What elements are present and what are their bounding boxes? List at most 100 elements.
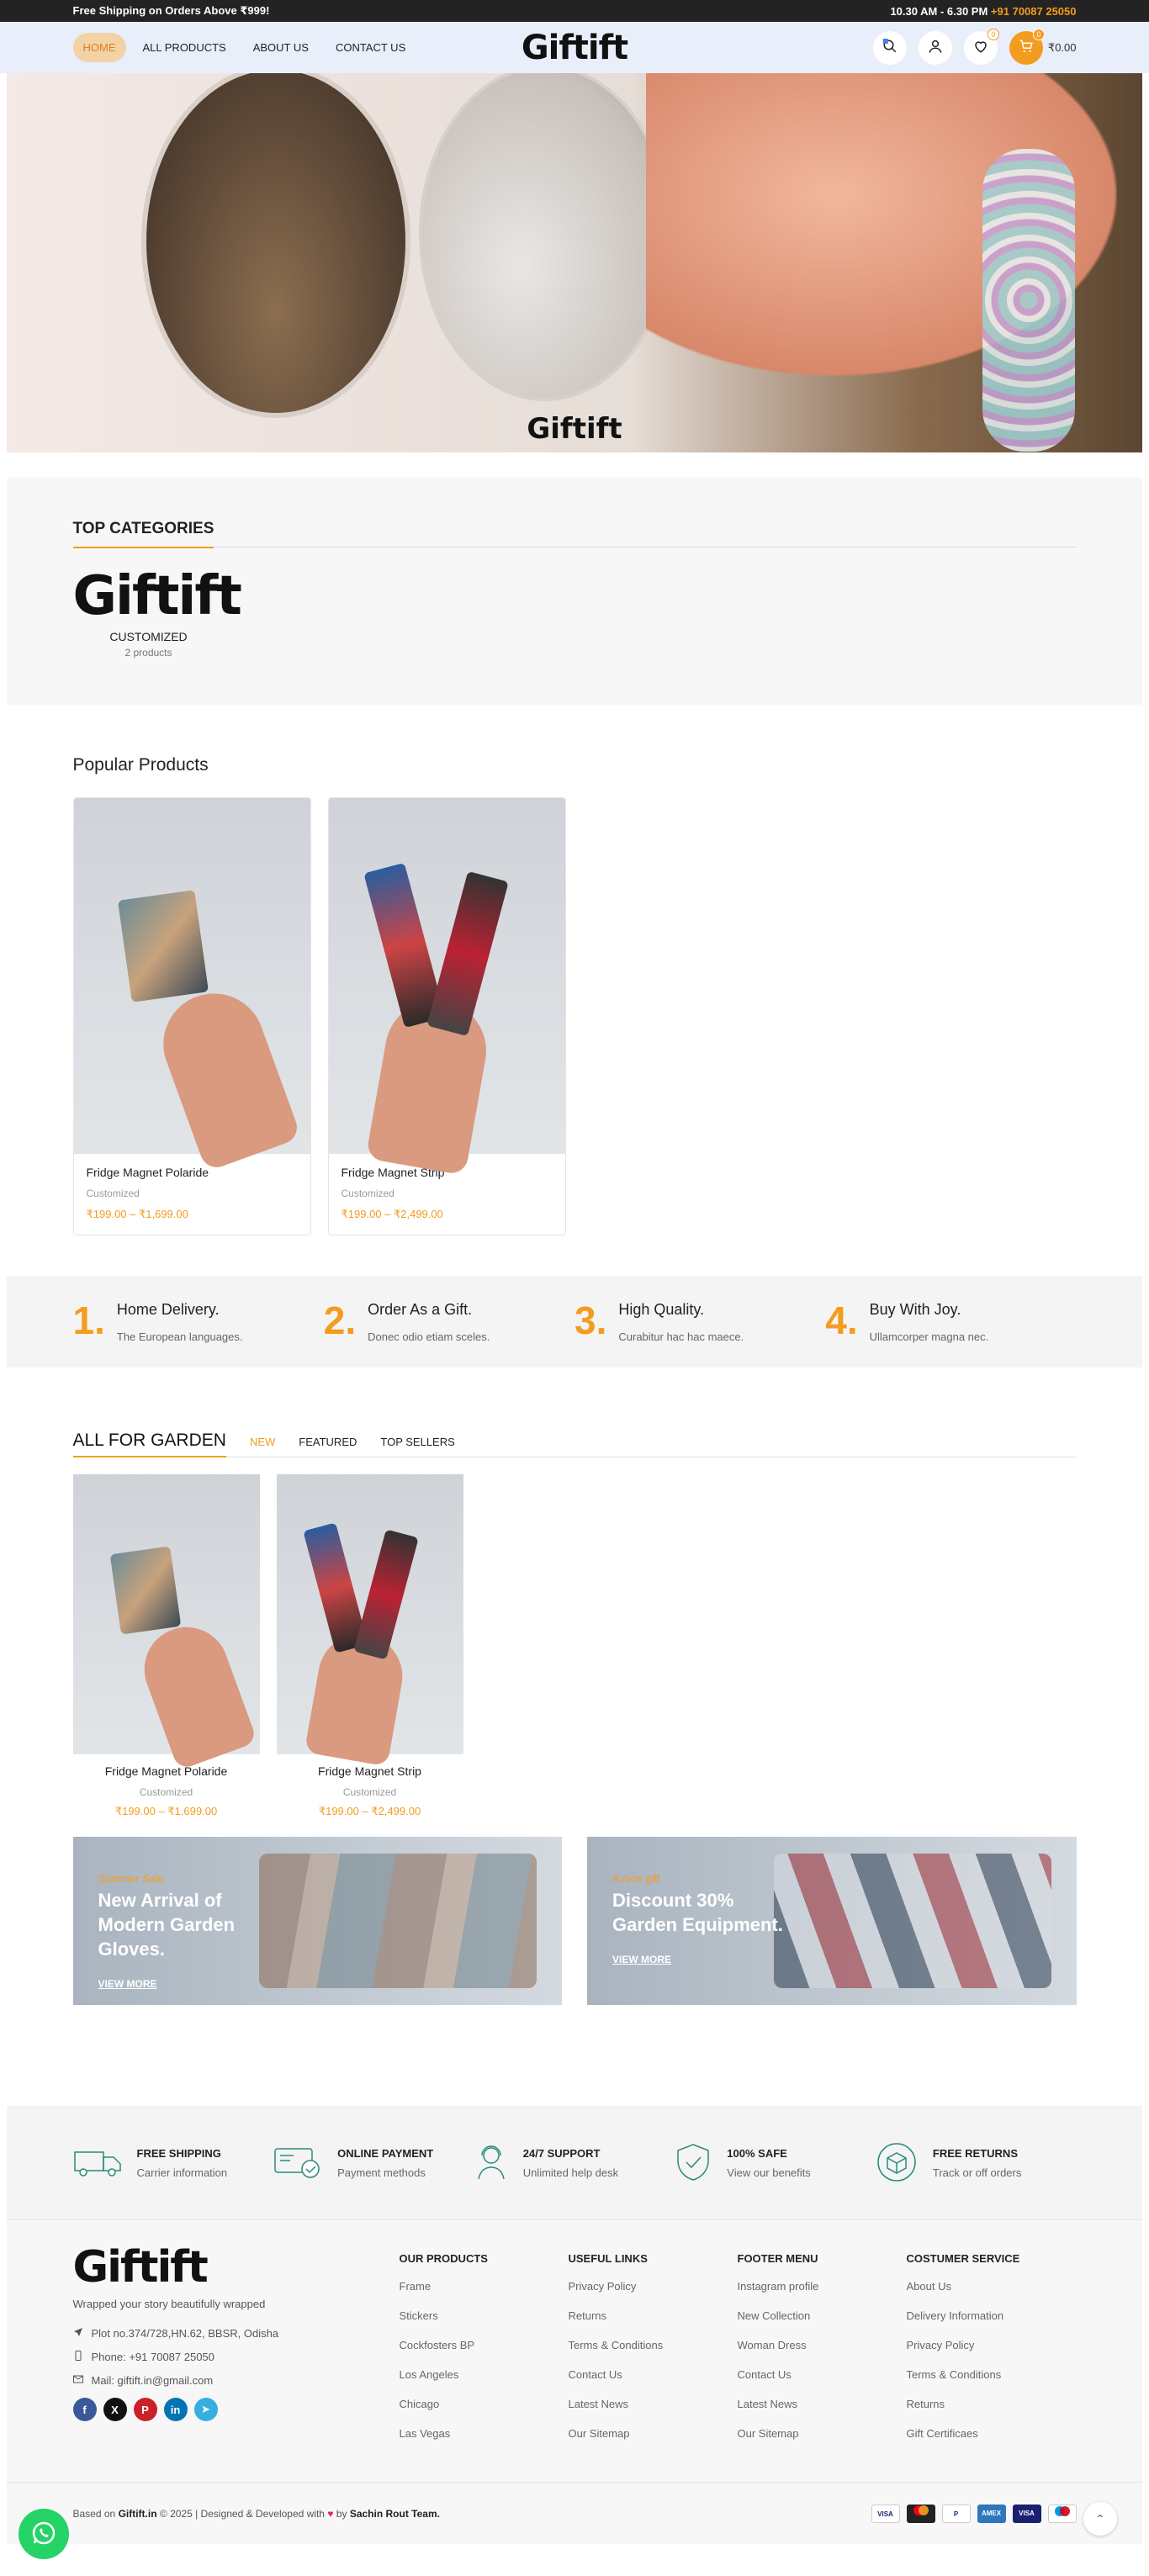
header-actions: 0 0 ₹0.00	[872, 28, 1077, 65]
cart-button[interactable]: 0 ₹0.00	[1009, 28, 1077, 65]
chevron-up-icon: ⌃	[1095, 2511, 1105, 2526]
hero-banner[interactable]: Giftift	[7, 73, 1142, 452]
topbar-phone[interactable]: +91 70087 25050	[991, 5, 1077, 18]
footer-link[interactable]: Las Vegas	[400, 2427, 569, 2440]
x-icon[interactable]: X	[103, 2398, 127, 2421]
product-image[interactable]	[328, 798, 565, 1176]
footer-link[interactable]: Contact Us	[738, 2368, 907, 2381]
footer-link[interactable]: New Collection	[738, 2309, 907, 2322]
service-item[interactable]: FREE RETURNS Track or off orders	[876, 2141, 1077, 2186]
account-button[interactable]	[918, 30, 952, 65]
feature-desc: Curabitur hac hac maece.	[618, 1330, 744, 1343]
garden-header: ALL FOR GARDEN NEW FEATURED TOP SELLERS	[72, 1431, 1077, 1457]
phone-icon	[73, 2351, 83, 2363]
banner-title: New Arrival of Modern Garden Gloves.	[98, 1890, 236, 1960]
service-item[interactable]: ONLINE PAYMENT Payment methods	[273, 2145, 474, 2182]
nav-about-us[interactable]: ABOUT US	[243, 33, 319, 62]
whatsapp-button[interactable]	[19, 2509, 69, 2559]
footer-link[interactable]: Frame	[400, 2280, 569, 2293]
all-for-garden-section: ALL FOR GARDEN NEW FEATURED TOP SELLERS …	[72, 1367, 1077, 2005]
product-category[interactable]: Customized	[277, 1786, 463, 1798]
tab-top-sellers[interactable]: TOP SELLERS	[380, 1436, 454, 1457]
product-image[interactable]	[276, 1474, 463, 1767]
promo-banner[interactable]: A nice gift Discount 30% Garden Equipmen…	[587, 1837, 1077, 2005]
product-price: ₹199.00 – ₹2,499.00	[341, 1208, 443, 1220]
product-card[interactable]: Fridge Magnet Polaride Customized ₹199.0…	[72, 797, 311, 1235]
footer-col-footer-menu: FOOTER MENU Instagram profile New Collec…	[738, 2245, 907, 2457]
footer-link[interactable]: Los Angeles	[400, 2368, 569, 2381]
footer-link[interactable]: Chicago	[400, 2398, 569, 2410]
site-logo[interactable]: Giftift	[522, 29, 628, 67]
service-item[interactable]: 24/7 SUPPORT Unlimited help desk	[474, 2144, 675, 2183]
cart-icon	[1019, 39, 1034, 56]
nav-contact-us[interactable]: CONTACT US	[326, 33, 416, 62]
tab-featured[interactable]: FEATURED	[299, 1436, 357, 1457]
category-card[interactable]: Giftift CUSTOMIZED 2 products	[73, 569, 242, 659]
product-category[interactable]: Customized	[87, 1187, 298, 1199]
footer-link[interactable]: Latest News	[569, 2398, 738, 2410]
footer-link[interactable]: About Us	[907, 2280, 1076, 2293]
product-category[interactable]: Customized	[73, 1786, 260, 1798]
service-item[interactable]: 100% SAFE View our benefits	[675, 2143, 876, 2184]
footer-address: Plot no.374/728,HN.62, BBSR, Odisha	[91, 2327, 279, 2340]
tab-new[interactable]: NEW	[250, 1436, 275, 1457]
wishlist-button[interactable]: 0	[963, 28, 999, 65]
footer-link[interactable]: Terms & Conditions	[569, 2339, 738, 2351]
service-title: FREE SHIPPING	[136, 2147, 221, 2160]
footer-col-title: COSTUMER SERVICE	[906, 2252, 1020, 2265]
search-button[interactable]	[872, 30, 907, 65]
telegram-icon[interactable]: ➤	[193, 2398, 218, 2421]
footer-link[interactable]: Privacy Policy	[569, 2280, 738, 2293]
footer-phone[interactable]: Phone: +91 70087 25050	[92, 2351, 214, 2363]
product-image[interactable]	[73, 798, 310, 1172]
footer-link[interactable]: Privacy Policy	[907, 2339, 1076, 2351]
banner-title: Discount 30% Garden Equipment.	[612, 1890, 783, 1935]
product-image[interactable]	[72, 1474, 260, 1771]
product-name[interactable]: Fridge Magnet Polaride	[73, 1764, 260, 1778]
product-card[interactable]: Fridge Magnet Strip Customized ₹199.00 –…	[276, 1474, 463, 1818]
product-category[interactable]: Customized	[342, 1187, 553, 1199]
footer-link[interactable]: Cockfosters BP	[400, 2339, 569, 2351]
popular-products-section: Popular Products Fridge Magnet Polaride …	[72, 705, 1077, 1235]
user-icon	[928, 39, 943, 56]
feature-item: 3. High Quality. Curabitur hac hac maece.	[574, 1301, 825, 1343]
category-name[interactable]: CUSTOMIZED	[73, 630, 225, 643]
copyright-site-link[interactable]: Giftift.in	[119, 2508, 157, 2520]
scroll-to-top-button[interactable]: ⌃	[1083, 2502, 1117, 2536]
banner-view-more-link[interactable]: VIEW MORE	[98, 1978, 157, 1990]
footer-link[interactable]: Instagram profile	[738, 2280, 907, 2293]
product-name[interactable]: Fridge Magnet Strip	[277, 1764, 463, 1778]
location-arrow-icon	[73, 2327, 83, 2340]
footer-link[interactable]: Stickers	[400, 2309, 569, 2322]
product-name[interactable]: Fridge Magnet Polaride	[87, 1166, 298, 1179]
service-item[interactable]: FREE SHIPPING Carrier information	[73, 2145, 274, 2182]
footer-logo[interactable]: Giftift	[73, 2245, 400, 2289]
footer-link[interactable]: Delivery Information	[907, 2309, 1076, 2322]
copyright-team[interactable]: Sachin Rout Team.	[350, 2508, 440, 2520]
nav-all-products[interactable]: ALL PRODUCTS	[133, 33, 236, 62]
feature-title: High Quality.	[618, 1300, 705, 1318]
product-card[interactable]: Fridge Magnet Polaride Customized ₹199.0…	[72, 1474, 260, 1818]
cart-count-badge: 0	[1032, 28, 1045, 40]
pinterest-icon[interactable]: P	[133, 2398, 157, 2421]
nav-home[interactable]: HOME	[72, 33, 126, 62]
linkedin-icon[interactable]: in	[163, 2398, 188, 2421]
footer-link[interactable]: Terms & Conditions	[907, 2368, 1076, 2381]
promo-banner[interactable]: Summer Sale New Arrival of Modern Garden…	[72, 1837, 562, 2005]
footer-mail[interactable]: Mail: giftift.in@gmail.com	[92, 2374, 214, 2387]
footer-link[interactable]: Our Sitemap	[569, 2427, 738, 2440]
banner-subtitle: Summer Sale	[98, 1872, 165, 1885]
footer-link[interactable]: Returns	[569, 2309, 738, 2322]
social-links: f X P in ➤	[72, 2398, 400, 2421]
top-categories-section: TOP CATEGORIES Giftift CUSTOMIZED 2 prod…	[7, 478, 1142, 705]
footer-link[interactable]: Our Sitemap	[738, 2427, 907, 2440]
footer-link[interactable]: Gift Certificaes	[907, 2427, 1076, 2440]
footer-link[interactable]: Latest News	[738, 2398, 907, 2410]
facebook-icon[interactable]: f	[72, 2398, 97, 2421]
contact-hours: 10.30 AM - 6.30 PM +91 70087 25050	[890, 4, 1077, 18]
footer-link[interactable]: Woman Dress	[738, 2339, 907, 2351]
banner-view-more-link[interactable]: VIEW MORE	[612, 1954, 671, 1965]
footer-link[interactable]: Contact Us	[569, 2368, 738, 2381]
product-card[interactable]: Fridge Magnet Strip Customized ₹199.00 –…	[327, 797, 566, 1235]
footer-link[interactable]: Returns	[907, 2398, 1076, 2410]
